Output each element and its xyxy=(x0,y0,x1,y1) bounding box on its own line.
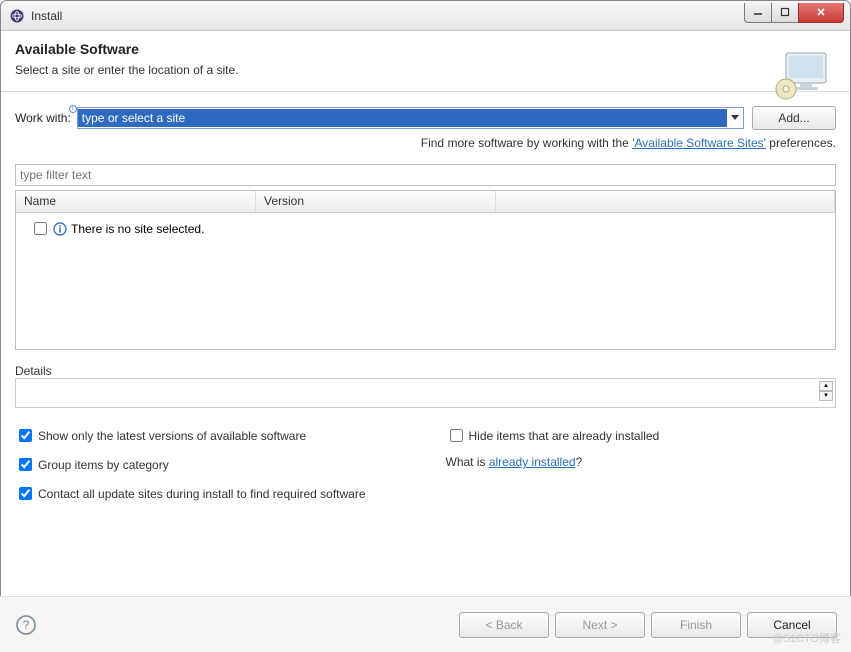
chevron-down-icon[interactable] xyxy=(727,108,743,128)
work-with-row: Work with:i Add... xyxy=(15,106,836,130)
column-spacer xyxy=(496,191,835,212)
finish-button[interactable]: Finish xyxy=(651,612,741,638)
window-controls xyxy=(745,3,844,23)
opt-contact-checkbox[interactable] xyxy=(19,487,32,500)
opt-latest[interactable]: Show only the latest versions of availab… xyxy=(15,426,406,445)
info-icon xyxy=(53,222,67,236)
wizard-body: Work with:i Add... Find more software by… xyxy=(1,92,850,517)
spin-up-icon[interactable]: ▲ xyxy=(819,381,833,391)
column-version[interactable]: Version xyxy=(256,191,496,212)
table-body: There is no site selected. xyxy=(16,213,835,244)
work-with-combo[interactable] xyxy=(77,107,744,129)
options-grid: Show only the latest versions of availab… xyxy=(15,426,836,503)
details-label: Details xyxy=(15,364,836,378)
eclipse-icon xyxy=(9,8,25,24)
window-title: Install xyxy=(31,9,745,23)
row-text: There is no site selected. xyxy=(71,222,204,236)
column-name[interactable]: Name xyxy=(16,191,256,212)
opt-hide-installed[interactable]: Hide items that are already installed xyxy=(446,426,837,445)
table-header: Name Version xyxy=(16,191,835,213)
wizard-header: Available Software Select a site or ente… xyxy=(1,31,850,92)
opt-latest-checkbox[interactable] xyxy=(19,429,32,442)
available-sites-link[interactable]: 'Available Software Sites' xyxy=(632,136,766,150)
filter-input[interactable] xyxy=(15,164,836,186)
maximize-button[interactable] xyxy=(771,3,799,23)
opt-group[interactable]: Group items by category xyxy=(15,455,406,474)
find-more-text: Find more software by working with the '… xyxy=(15,136,836,150)
minimize-button[interactable] xyxy=(744,3,772,23)
footer-buttons: < Back Next > Finish Cancel xyxy=(459,612,837,638)
install-banner-icon xyxy=(772,49,832,101)
work-with-label: Work with:i xyxy=(15,111,71,125)
page-title: Available Software xyxy=(15,41,836,57)
row-checkbox[interactable] xyxy=(34,222,47,235)
already-installed-link[interactable]: already installed xyxy=(489,455,576,469)
what-is-text: What is already installed? xyxy=(446,455,837,474)
software-table: Name Version There is no site selected. xyxy=(15,190,836,350)
wizard-footer: ? < Back Next > Finish Cancel xyxy=(0,596,851,652)
help-icon[interactable]: ? xyxy=(14,613,38,637)
next-button[interactable]: Next > xyxy=(555,612,645,638)
back-button[interactable]: < Back xyxy=(459,612,549,638)
details-spinner: ▲ ▼ xyxy=(819,381,833,401)
details-area: ▲ ▼ xyxy=(15,378,836,408)
add-button[interactable]: Add... xyxy=(752,106,836,130)
page-subtitle: Select a site or enter the location of a… xyxy=(15,63,836,77)
spin-down-icon[interactable]: ▼ xyxy=(819,391,833,401)
opt-group-checkbox[interactable] xyxy=(19,458,32,471)
cancel-button[interactable]: Cancel xyxy=(747,612,837,638)
svg-text:?: ? xyxy=(23,618,30,632)
opt-hide-installed-checkbox[interactable] xyxy=(450,429,463,442)
opt-contact[interactable]: Contact all update sites during install … xyxy=(15,484,836,503)
table-row[interactable]: There is no site selected. xyxy=(20,217,831,240)
title-bar: Install xyxy=(1,1,850,31)
work-with-input[interactable] xyxy=(78,109,727,127)
close-button[interactable] xyxy=(798,3,844,23)
